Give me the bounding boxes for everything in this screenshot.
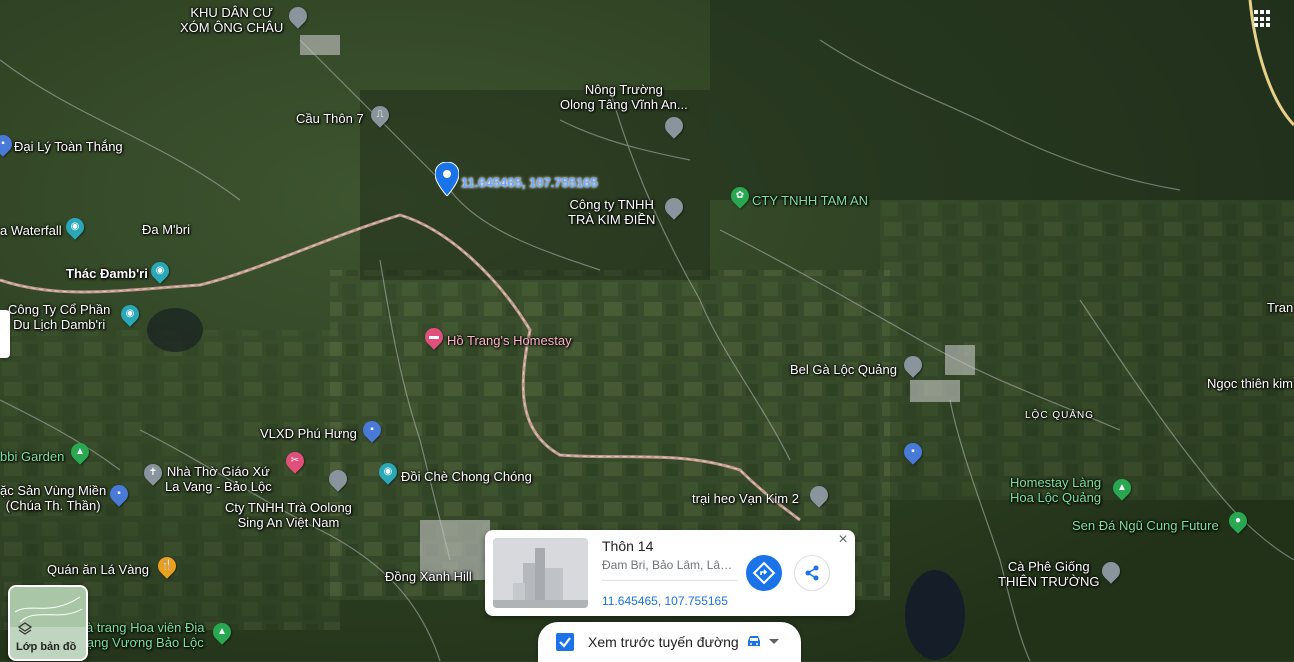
place-label[interactable]: Công ty TNHH TRÀ KIM ĐIỀN [568, 197, 655, 227]
shop-pin-icon[interactable]: ▪ [106, 481, 132, 507]
layers-icon [18, 622, 32, 635]
directions-icon [752, 561, 776, 585]
dropped-pin-icon[interactable] [435, 162, 459, 196]
place-title: Thôn 14 [602, 538, 654, 554]
hotel-pin-icon[interactable]: ▬ [421, 324, 447, 350]
route-preview-label: Xem trước tuyến đường [588, 634, 739, 650]
camera-pin-icon[interactable]: ◉ [62, 214, 88, 240]
place-label[interactable]: Quán ăn Lá Vàng [47, 562, 149, 577]
share-icon [805, 565, 819, 581]
place-label[interactable]: Đại Lý Toàn Thắng [14, 139, 123, 154]
place-label[interactable]: Ngọc thiên kim [1207, 376, 1293, 391]
place-label[interactable]: Cầu Thôn 7 [296, 111, 364, 126]
park-pin-icon[interactable]: ▲ [209, 619, 235, 645]
church-pin-icon[interactable]: ✝ [140, 460, 166, 486]
place-label[interactable]: Nhà Thờ Giáo Xứ La Vang - Bảo Lộc [165, 464, 272, 494]
camera-pin-icon[interactable]: ◉ [375, 459, 401, 485]
place-label[interactable]: Đồi Chè Chong Chóng [401, 469, 532, 484]
place-pin-icon[interactable] [806, 482, 832, 508]
place-pin-icon[interactable] [325, 466, 351, 492]
place-label[interactable]: KHU DÂN CƯ XÓM ÔNG CHÂU [180, 5, 283, 35]
place-label[interactable]: a Waterfall [0, 223, 62, 238]
place-label[interactable]: à trang Hoa viên Địa ạng Vương Bảo Lộc [86, 620, 205, 650]
place-label[interactable]: CTY TNHH TAM AN [752, 193, 868, 208]
close-icon[interactable]: × [835, 532, 851, 548]
place-pin-icon[interactable] [900, 352, 926, 378]
place-pin-icon[interactable] [285, 3, 311, 29]
place-pin-icon[interactable] [661, 113, 687, 139]
place-coordinates[interactable]: 11.645465, 107.755165 [602, 594, 728, 608]
restaurant-pin-icon[interactable]: 🍴 [154, 553, 180, 579]
shop-pin-icon[interactable]: ▪ [359, 417, 385, 443]
car-icon[interactable] [745, 632, 763, 650]
place-label[interactable]: Nông Trường Olong Tâng Vĩnh An... [560, 82, 688, 112]
camera-pin-icon[interactable]: ◉ [147, 258, 173, 284]
place-label[interactable]: Tran [1267, 300, 1293, 315]
place-label[interactable]: Hồ Trang's Homestay [447, 333, 572, 348]
divider [602, 580, 737, 581]
park-pin-icon[interactable]: ▲ [1109, 475, 1135, 501]
route-preview-bar[interactable]: Xem trước tuyến đường [538, 622, 801, 662]
place-label[interactable]: VLXD Phú Hưng [260, 426, 357, 441]
place-label: Đa M'bri [142, 222, 190, 237]
share-button[interactable] [794, 555, 830, 591]
place-pin-icon[interactable] [661, 194, 687, 220]
chevron-down-icon[interactable] [769, 639, 779, 644]
side-panel-toggle[interactable] [0, 310, 10, 358]
place-card[interactable]: Thôn 14 Đam Bri, Bảo Lâm, Lâm Đồng 11.64… [485, 530, 855, 616]
place-label[interactable]: Đồng Xanh Hill [385, 569, 472, 584]
place-label[interactable]: Bel Gà Lộc Quảng [790, 362, 897, 377]
flower-pin-icon[interactable]: ✿ [727, 183, 753, 209]
place-pin-icon[interactable] [1098, 558, 1124, 584]
place-label[interactable]: Sen Đá Ngũ Cung Future [1072, 518, 1219, 533]
place-label[interactable]: ặc Sản Vùng Miền (Chúa Th. Thần) [0, 483, 106, 513]
place-label[interactable]: Cty TNHH Trà Oolong Sing An Việt Nam [225, 500, 352, 530]
layers-button[interactable]: Lớp bản đồ [8, 585, 88, 661]
area-label: LỘC QUẢNG [1025, 410, 1095, 421]
place-label[interactable]: Thác Đamb'ri [66, 266, 148, 281]
street-view-thumbnail[interactable] [493, 538, 588, 608]
apps-grid-icon[interactable] [1254, 10, 1272, 28]
beauty-pin-icon[interactable]: ✂ [282, 448, 308, 474]
garden-pin-icon[interactable]: ● [1225, 508, 1251, 534]
route-preview-checkbox[interactable] [556, 633, 574, 651]
place-label[interactable]: bbi Garden [0, 449, 64, 464]
shop-pin-icon[interactable]: ▪ [900, 439, 926, 465]
park-pin-icon[interactable]: ▲ [67, 439, 93, 465]
place-label[interactable]: trại heo Vạn Kim 2 [692, 491, 799, 506]
check-icon [559, 637, 571, 648]
terrain-thumbnail [10, 587, 86, 627]
directions-button[interactable] [746, 555, 782, 591]
place-label[interactable]: Homestay Làng Hoa Lộc Quảng [1010, 475, 1101, 505]
place-label[interactable]: Công Ty Cổ Phần Du Lịch Damb'ri [8, 302, 110, 332]
place-label[interactable]: Cà Phê Giống THIÊN TRƯỜNG [998, 559, 1099, 589]
transit-pin-icon[interactable]: ⎍ [367, 102, 393, 128]
layers-label: Lớp bản đồ [16, 641, 77, 653]
place-address: Đam Bri, Bảo Lâm, Lâm Đồng [602, 558, 737, 572]
dropped-pin-label: 11.645465, 107.755165 [461, 175, 598, 190]
camera-pin-icon[interactable]: ◉ [117, 301, 143, 327]
